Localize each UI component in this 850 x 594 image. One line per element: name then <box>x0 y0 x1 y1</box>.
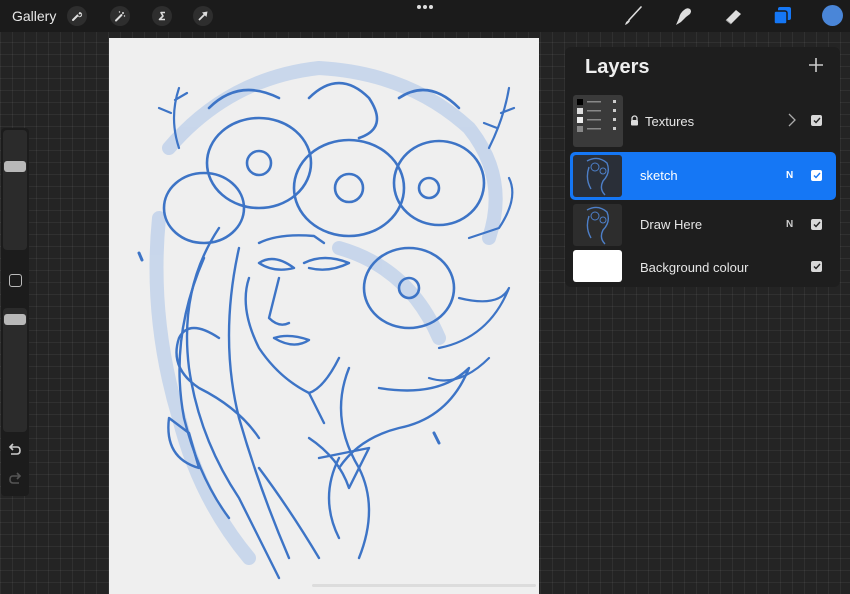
arrow-cursor-icon <box>198 11 208 21</box>
layer-thumbnail-sketch <box>573 155 622 197</box>
left-sidebar <box>1 128 29 496</box>
layer-name: Background colour <box>640 260 749 275</box>
modify-button[interactable] <box>9 274 22 287</box>
layer-thumbnail-textures <box>573 95 623 147</box>
selection-s-icon <box>158 11 165 21</box>
layer-thumbnail-draw-here <box>573 204 622 246</box>
undo-button[interactable] <box>7 443 23 457</box>
eraser-icon <box>725 10 741 25</box>
undo-icon <box>8 443 21 455</box>
plus-icon <box>809 58 823 72</box>
eraser-tool-button[interactable] <box>722 5 744 27</box>
checkmark-icon <box>813 117 821 124</box>
layer-visibility-checkbox[interactable] <box>811 219 822 230</box>
layers-tool-button[interactable] <box>772 5 794 27</box>
blend-mode-button[interactable]: N <box>786 170 793 181</box>
checkmark-icon <box>813 263 821 270</box>
checkmark-icon <box>813 172 821 179</box>
color-picker-button[interactable] <box>822 5 843 26</box>
magic-wand-icon <box>115 11 126 22</box>
adjustments-button[interactable] <box>110 6 130 26</box>
group-preview-icon <box>577 99 616 132</box>
layer-name: Draw Here <box>640 217 703 232</box>
checkmark-icon <box>813 221 821 228</box>
more-options-button[interactable] <box>417 5 433 9</box>
layer-row-textures[interactable]: Textures <box>570 92 836 147</box>
sketch-preview-icon <box>586 206 610 245</box>
transform-button[interactable] <box>193 6 213 26</box>
redo-button[interactable] <box>7 472 23 486</box>
brush-size-handle[interactable] <box>4 160 26 172</box>
canvas-scroll-indicator <box>312 584 536 587</box>
layer-row-background-colour[interactable]: Background colour <box>570 249 836 285</box>
brush-opacity-handle[interactable] <box>4 313 26 325</box>
layers-panel-title: Layers <box>585 56 650 78</box>
brush-size-slider[interactable] <box>3 130 27 250</box>
brush-opacity-slider[interactable] <box>3 308 27 432</box>
dot-icon <box>429 5 433 9</box>
layers-panel: Layers Textures sketch N Draw Here N Bac… <box>565 47 840 287</box>
layer-visibility-checkbox[interactable] <box>811 170 822 181</box>
sketch-preview-icon <box>586 157 610 196</box>
smudge-finger-icon <box>676 8 691 25</box>
actions-button[interactable] <box>67 6 87 26</box>
drawing-canvas[interactable] <box>109 38 539 594</box>
layer-row-sketch[interactable]: sketch N <box>570 152 836 200</box>
layer-visibility-checkbox[interactable] <box>811 115 822 126</box>
redo-icon <box>9 472 22 484</box>
layer-thumbnail-background <box>573 250 622 282</box>
layer-visibility-checkbox[interactable] <box>811 261 822 272</box>
lock-icon <box>631 115 638 126</box>
smudge-tool-button[interactable] <box>673 5 695 27</box>
layer-name: Textures <box>645 114 695 129</box>
top-toolbar: Gallery <box>0 0 850 32</box>
dot-icon <box>417 5 421 9</box>
layers-icon <box>773 7 791 25</box>
chevron-right-icon[interactable] <box>788 113 796 127</box>
layer-row-draw-here[interactable]: Draw Here N <box>570 202 836 248</box>
blend-mode-button[interactable]: N <box>786 219 793 230</box>
layer-name: sketch <box>640 168 678 183</box>
gallery-button[interactable]: Gallery <box>12 8 56 24</box>
brush-tool-button[interactable] <box>622 5 644 27</box>
wrench-icon <box>72 11 83 21</box>
sketch-artwork <box>137 61 516 580</box>
dot-icon <box>423 5 427 9</box>
brush-icon <box>625 6 642 25</box>
add-layer-button[interactable] <box>806 55 826 75</box>
selection-button[interactable] <box>152 6 172 26</box>
